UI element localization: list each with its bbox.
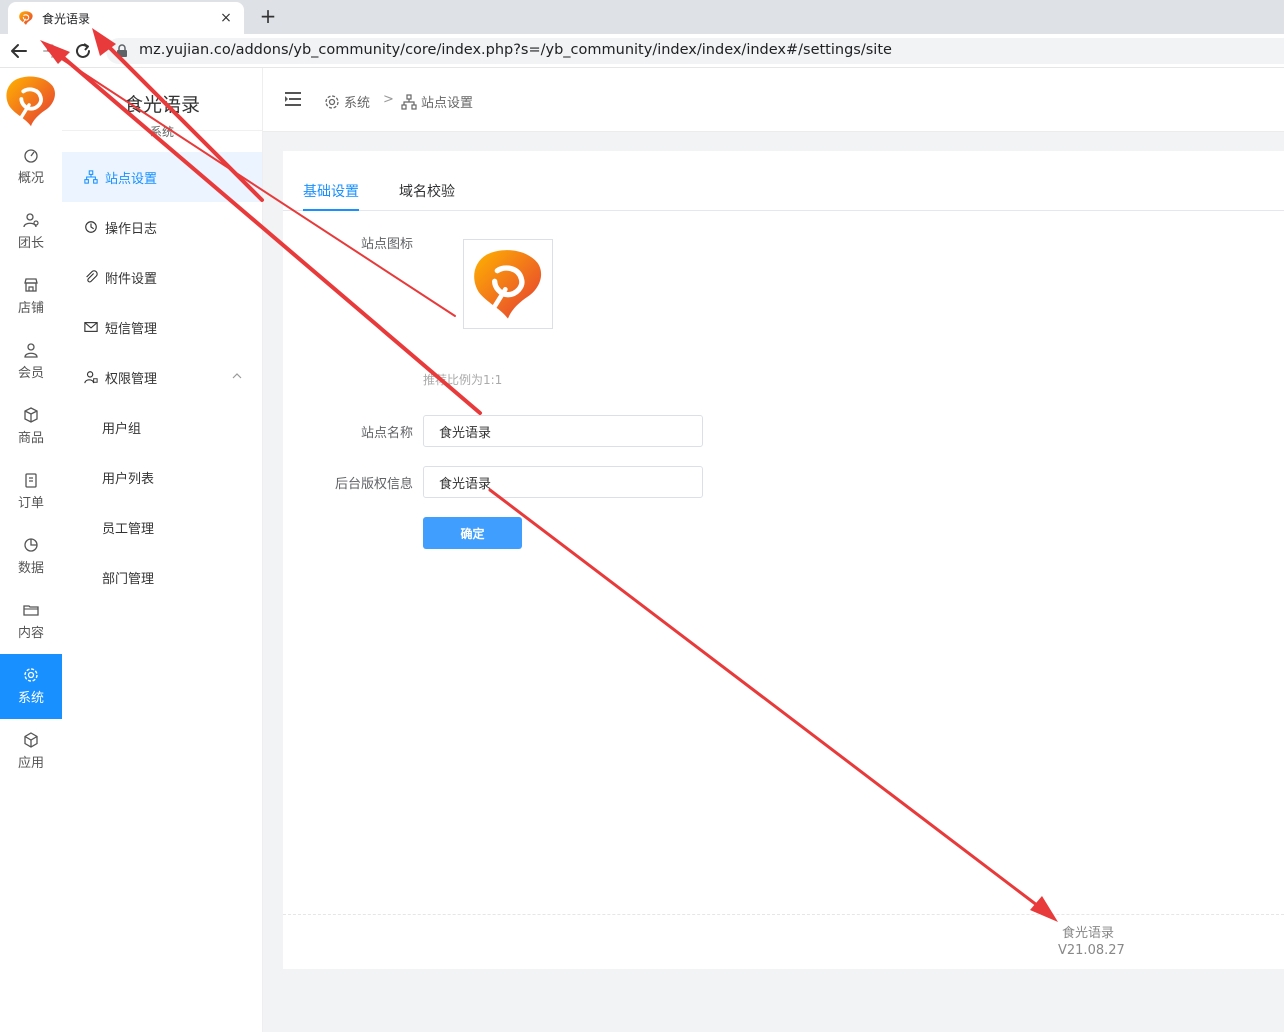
rail-item-1[interactable]: 团长 bbox=[0, 199, 62, 264]
site-name-input[interactable] bbox=[423, 415, 703, 447]
rail-item-label: 店铺 bbox=[17, 301, 44, 316]
rail-item-label: 团长 bbox=[17, 236, 44, 251]
breadcrumb-current: 站点设置 bbox=[401, 92, 473, 111]
submenu-child-item-0[interactable]: 用户组 bbox=[62, 402, 262, 452]
rail-item-8[interactable]: 系统 bbox=[0, 654, 62, 719]
footer-name: 食光语录 bbox=[1062, 926, 1115, 941]
site-name-label: 站点名称 bbox=[360, 426, 413, 441]
tab-title: 食光语录 bbox=[42, 11, 91, 26]
box-icon bbox=[24, 407, 38, 423]
reload-icon[interactable] bbox=[72, 40, 94, 62]
rail-item-2[interactable]: 店铺 bbox=[0, 264, 62, 329]
gear-icon bbox=[24, 668, 38, 682]
submenu-item-label: 站点设置 bbox=[105, 171, 158, 187]
submenu-item-2[interactable]: 附件设置 bbox=[62, 252, 262, 302]
submit-button[interactable]: 确定 bbox=[423, 517, 522, 549]
rail-item-label: 会员 bbox=[17, 366, 44, 381]
menu-toggle-icon[interactable] bbox=[285, 92, 301, 106]
clipboard-icon bbox=[25, 473, 37, 488]
submenu-item-label: 短信管理 bbox=[105, 321, 158, 337]
footer-version: V21.08.27 bbox=[1058, 943, 1125, 958]
submenu-header: 食光语录 系统 bbox=[62, 68, 262, 139]
browser-tab[interactable]: 食光语录 × bbox=[8, 2, 244, 34]
close-tab-icon[interactable]: × bbox=[218, 10, 234, 26]
tab-basic-settings[interactable]: 基础设置 bbox=[303, 181, 359, 201]
submenu-title: 食光语录 bbox=[124, 94, 201, 116]
app-logo bbox=[0, 70, 62, 132]
info-icon[interactable] bbox=[116, 44, 128, 58]
submenu-child-label: 员工管理 bbox=[102, 521, 155, 537]
rail-item-label: 订单 bbox=[17, 496, 44, 511]
rail-item-label: 系统 bbox=[17, 691, 44, 706]
copyright-label: 后台版权信息 bbox=[334, 477, 413, 492]
forward-icon[interactable] bbox=[40, 40, 62, 62]
user-icon bbox=[24, 343, 38, 358]
rail-item-label: 内容 bbox=[17, 626, 44, 641]
rail-item-9[interactable]: 应用 bbox=[0, 719, 62, 784]
rail-item-label: 数据 bbox=[17, 561, 44, 576]
folder-icon bbox=[23, 605, 39, 616]
history-icon bbox=[85, 221, 97, 233]
breadcrumb-root-label: 系统 bbox=[344, 96, 371, 111]
rail-item-7[interactable]: 内容 bbox=[0, 589, 62, 654]
cube-icon bbox=[24, 732, 38, 748]
submenu-subtitle: 系统 bbox=[150, 125, 175, 139]
rail-item-3[interactable]: 会员 bbox=[0, 329, 62, 394]
tab-domain-verify[interactable]: 域名校验 bbox=[399, 181, 455, 201]
rail-item-label: 商品 bbox=[17, 431, 44, 446]
submenu-item-4[interactable]: 权限管理 bbox=[62, 352, 262, 402]
breadcrumb-separator: > bbox=[383, 92, 394, 107]
url-text: mz.yujian.co/addons/yb_community/core/in… bbox=[139, 42, 892, 58]
breadcrumb-current-label: 站点设置 bbox=[421, 96, 474, 111]
address-bar[interactable]: mz.yujian.co/addons/yb_community/core/in… bbox=[106, 38, 1284, 64]
browser-toolbar: mz.yujian.co/addons/yb_community/core/in… bbox=[0, 34, 1284, 68]
new-tab-button[interactable]: + bbox=[256, 5, 280, 29]
submenu-child-item-2[interactable]: 员工管理 bbox=[62, 502, 262, 552]
submenu-item-0[interactable]: 站点设置 bbox=[62, 152, 262, 202]
mail-icon bbox=[84, 322, 98, 332]
pie-chart-icon bbox=[24, 538, 38, 552]
copyright-input[interactable] bbox=[423, 466, 703, 498]
settings-submenu: 食光语录 系统 站点设置操作日志附件设置短信管理权限管理用户组用户列表员工管理部… bbox=[62, 68, 263, 1032]
rail-item-label: 概况 bbox=[17, 171, 44, 186]
submenu-child-label: 用户组 bbox=[102, 421, 142, 437]
paperclip-icon bbox=[86, 270, 98, 283]
main-nav-rail: 概况团长店铺会员商品订单数据内容系统应用 bbox=[0, 68, 62, 1032]
submenu-item-label: 权限管理 bbox=[105, 371, 158, 387]
shop-icon bbox=[24, 278, 38, 292]
sitemap-icon bbox=[401, 93, 417, 110]
rail-item-5[interactable]: 订单 bbox=[0, 459, 62, 524]
breadcrumb-root[interactable]: 系统 bbox=[324, 92, 370, 111]
settings-tabs: 基础设置 域名校验 bbox=[283, 171, 1284, 211]
chevron-up-icon bbox=[232, 373, 242, 379]
site-icon-hint: 推荐比例为1:1 bbox=[423, 373, 503, 387]
site-icon-label: 站点图标 bbox=[360, 237, 413, 252]
page-header: 系统 > 站点设置 bbox=[263, 68, 1284, 132]
submenu-item-label: 操作日志 bbox=[105, 221, 158, 237]
submenu-child-label: 部门管理 bbox=[102, 571, 155, 587]
browser-tab-bar: 食光语录 × + bbox=[0, 0, 1284, 34]
user-lock-icon bbox=[84, 371, 98, 384]
submenu-item-3[interactable]: 短信管理 bbox=[62, 302, 262, 352]
site-favicon-icon bbox=[18, 10, 34, 26]
rail-item-label: 应用 bbox=[17, 756, 44, 771]
active-tab-indicator bbox=[303, 209, 359, 211]
submenu-child-item-1[interactable]: 用户列表 bbox=[62, 452, 262, 502]
rail-item-4[interactable]: 商品 bbox=[0, 394, 62, 459]
footer-divider bbox=[283, 914, 1284, 915]
sitemap-icon bbox=[84, 170, 98, 184]
site-icon-upload[interactable] bbox=[463, 239, 553, 329]
gear-icon bbox=[325, 94, 339, 109]
dashboard-icon bbox=[24, 149, 38, 163]
submenu-child-label: 用户列表 bbox=[102, 471, 155, 487]
settings-card: 基础设置 域名校验 站点图标 推荐比例为1:1 站点名称 后台版权信息 确定 食… bbox=[283, 151, 1284, 969]
submenu-item-1[interactable]: 操作日志 bbox=[62, 202, 262, 252]
submenu-item-label: 附件设置 bbox=[105, 271, 158, 287]
site-logo-image bbox=[468, 244, 548, 324]
rail-item-6[interactable]: 数据 bbox=[0, 524, 62, 589]
user-star-icon bbox=[23, 213, 39, 228]
rail-item-0[interactable]: 概况 bbox=[0, 134, 62, 199]
back-icon[interactable] bbox=[8, 40, 30, 62]
submenu-child-item-3[interactable]: 部门管理 bbox=[62, 552, 262, 602]
